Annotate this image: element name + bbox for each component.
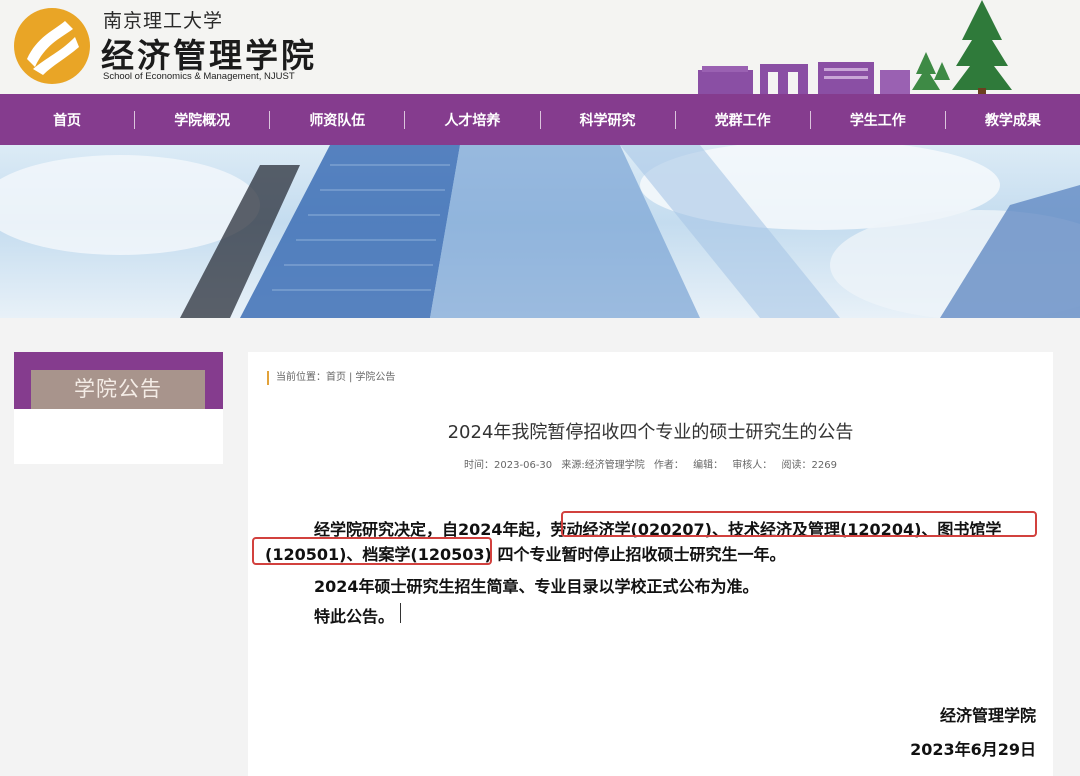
nav-item-achievements[interactable]: 教学成果	[946, 110, 1080, 130]
article-line-4: 特此公告。	[314, 607, 395, 626]
nav-item-home[interactable]: 首页	[0, 110, 134, 130]
nav-item-students[interactable]: 学生工作	[811, 110, 945, 130]
article-title: 2024年我院暂停招收四个专业的硕士研究生的公告	[447, 422, 854, 443]
nav-item-education[interactable]: 人才培养	[405, 110, 539, 130]
meta-views: 阅读：2269	[781, 460, 837, 471]
line2-suffix: 四个专业暂时停止招收硕士研究生一年。	[497, 545, 786, 564]
sidebar: 学院公告	[14, 352, 223, 464]
sidebar-title: 学院公告	[31, 370, 205, 409]
meta-editor: 编辑：	[693, 460, 724, 471]
breadcrumb-separator: |	[349, 372, 353, 383]
nav-item-party[interactable]: 党群工作	[676, 110, 810, 130]
nav-item-about[interactable]: 学院概况	[135, 110, 269, 130]
njust-logo-icon[interactable]	[13, 7, 91, 85]
main-nav: 首页 学院概况 师资队伍 人才培养 科学研究 党群工作 学生工作 教学成果	[0, 94, 1080, 145]
banner-building-image	[0, 145, 1080, 318]
college-name-en: School of Economics & Management, NJUST	[103, 71, 295, 82]
breadcrumb: 当前位置：首页 | 学院公告	[267, 371, 395, 385]
site-header: 南京理工大学 经济管理学院 School of Economics & Mana…	[0, 0, 1080, 94]
highlight-box-2	[252, 537, 492, 565]
breadcrumb-prefix: 当前位置：	[276, 372, 326, 383]
article-line-3: 2024年硕士研究生招生简章、专业目录以学校正式公布为准。	[314, 577, 759, 596]
article-panel: 当前位置：首页 | 学院公告 2024年我院暂停招收四个专业的硕士研究生的公告 时间…	[248, 352, 1053, 776]
highlight-box-1	[561, 511, 1037, 537]
nav-item-faculty[interactable]: 师资队伍	[270, 110, 404, 130]
sidebar-header: 学院公告	[14, 352, 223, 409]
article-date: 2023年6月29日	[910, 740, 1036, 759]
hero-banner	[0, 145, 1080, 318]
meta-author: 作者：	[653, 460, 684, 471]
text-cursor	[400, 603, 401, 623]
meta-reviewer: 审核人：	[732, 460, 773, 471]
nav-item-research[interactable]: 科学研究	[541, 110, 675, 130]
breadcrumb-current[interactable]: 学院公告	[355, 372, 395, 383]
breadcrumb-home[interactable]: 首页	[326, 372, 346, 383]
meta-time: 时间：2023-06-30	[464, 460, 553, 471]
campus-skyline-illustration	[698, 0, 1012, 94]
college-name-cn: 经济管理学院	[101, 36, 317, 75]
meta-source: 来源:经济管理学院	[561, 460, 645, 471]
article-signature: 经济管理学院	[939, 706, 1036, 725]
article-meta: 时间：2023-06-30 来源:经济管理学院 作者： 编辑： 审核人： 阅读：…	[248, 456, 1053, 471]
